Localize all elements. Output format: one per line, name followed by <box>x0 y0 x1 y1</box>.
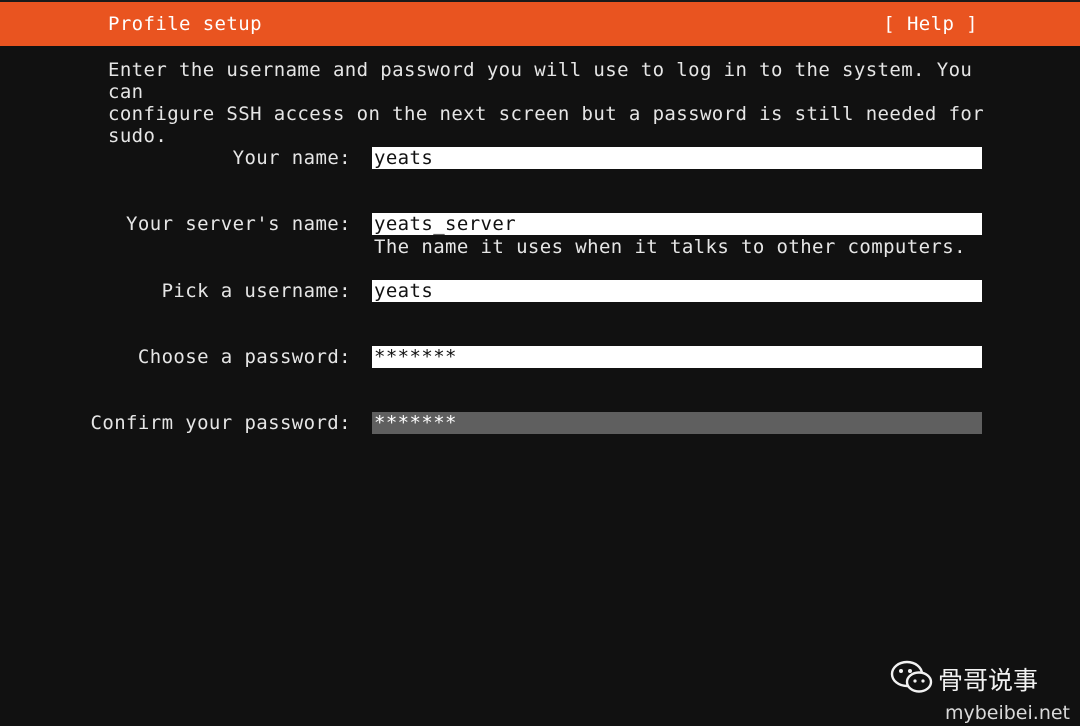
confirm-password-field[interactable]: ******* <box>372 412 982 434</box>
password-label: Choose a password: <box>137 346 351 368</box>
watermark-url: mybeibei.net <box>944 702 1070 724</box>
your-name-field[interactable]: yeats <box>372 147 982 169</box>
password-field[interactable]: ******* <box>372 346 982 368</box>
username-field[interactable]: yeats <box>372 280 982 302</box>
server-name-hint: The name it uses when it talks to other … <box>374 236 966 258</box>
server-name-label: Your server's name: <box>126 213 351 235</box>
confirm-password-label: Confirm your password: <box>90 412 351 434</box>
your-name-label: Your name: <box>232 147 351 169</box>
help-button[interactable]: [ Help ] <box>883 13 978 35</box>
server-name-field[interactable]: yeats_server <box>372 213 982 235</box>
intro-text: Enter the username and password you will… <box>108 59 985 147</box>
page-title: Profile setup <box>108 13 262 35</box>
watermark-name: 骨哥说事 <box>938 666 1039 695</box>
header-bar: Profile setup [ Help ] <box>0 0 1080 46</box>
username-label: Pick a username: <box>161 280 351 302</box>
wechat-icon <box>890 660 933 693</box>
